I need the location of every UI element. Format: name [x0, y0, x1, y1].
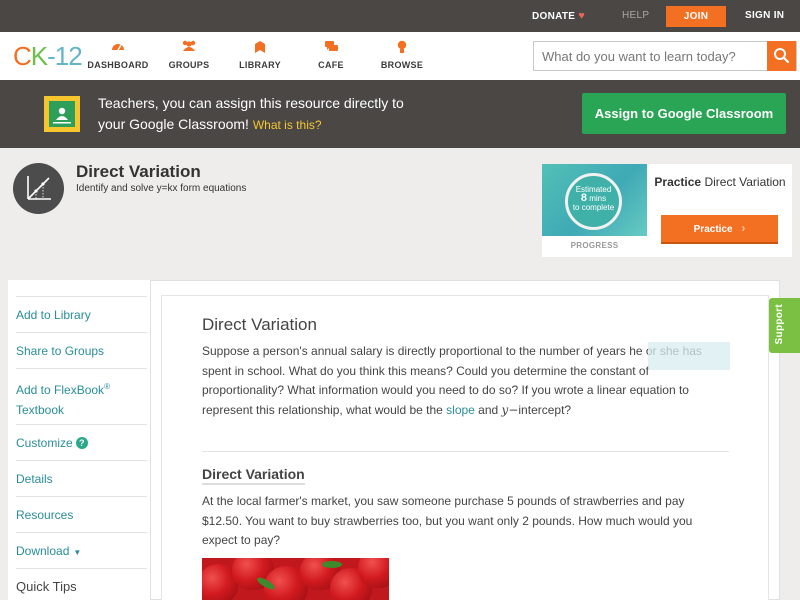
direct-variation-icon — [13, 163, 64, 214]
nav-dashboard[interactable]: DASHBOARD — [78, 40, 158, 70]
classroom-message-line2: your Google Classroom! — [98, 116, 249, 132]
estimated-time-badge: Estimated 8 mins to complete — [565, 173, 622, 230]
search-box — [533, 41, 797, 71]
donate-label: DONATE — [532, 11, 576, 22]
practice-button[interactable]: Practice › — [661, 215, 778, 244]
assign-google-classroom-button[interactable]: Assign to Google Classroom — [582, 93, 786, 134]
caret-down-icon: ▼ — [73, 548, 82, 557]
y-variable: y− — [501, 402, 519, 417]
join-button[interactable]: JOIN — [666, 6, 726, 27]
practice-illustration: Estimated 8 mins to complete — [542, 164, 647, 236]
heart-icon: ♥ — [578, 10, 586, 22]
classroom-message-line1: Teachers, you can assign this resource d… — [98, 95, 404, 111]
google-classroom-banner: Teachers, you can assign this resource d… — [0, 80, 800, 148]
practice-card: Estimated 8 mins to complete PROGRESS Pr… — [542, 164, 792, 257]
classroom-message: Teachers, you can assign this resource d… — [98, 93, 498, 136]
sidebar-label: Share to Groups — [16, 344, 105, 358]
sidebar-add-to-flexbook[interactable]: Add to FlexBook® Textbook — [16, 368, 147, 420]
content-card — [161, 295, 769, 600]
sidebar-label-line2: Textbook — [16, 403, 65, 417]
practice-title-rest: Direct Variation — [704, 175, 786, 189]
section-paragraph: At the local farmer's market, you saw so… — [202, 494, 693, 547]
ck12-logo[interactable]: CK-12 — [13, 41, 83, 71]
to-complete-label: to complete — [572, 203, 615, 212]
content-title: Direct Variation — [202, 315, 317, 334]
practice-title: Practice Direct Variation — [654, 175, 786, 189]
quick-tips-label: Quick Tips — [16, 579, 77, 594]
support-tab[interactable]: Support — [769, 298, 800, 353]
search-input[interactable] — [534, 42, 768, 70]
concept-title: Direct Variation — [76, 162, 201, 181]
logo-c: C — [13, 41, 32, 71]
nav-library[interactable]: LIBRARY — [220, 40, 300, 70]
library-icon — [220, 40, 300, 56]
concept-subtitle: Identify and solve y=kx form equations — [76, 183, 247, 194]
progress-label: PROGRESS — [570, 241, 619, 250]
help-question-icon[interactable]: ? — [75, 437, 88, 449]
nav-groups[interactable]: GROUPS — [149, 40, 229, 70]
cafe-icon — [291, 40, 371, 56]
sidebar-label: Details — [16, 472, 53, 486]
top-utility-bar: DONATE ♥ HELP JOIN SIGN IN — [0, 0, 800, 32]
practice-button-label: Practice — [693, 224, 733, 235]
logo-12: -12 — [47, 41, 83, 71]
minutes-readout: 8 mins — [568, 193, 619, 204]
chevron-right-icon: › — [741, 221, 746, 235]
sidebar-resources[interactable]: Resources — [16, 496, 147, 525]
sidebar-details[interactable]: Details — [16, 460, 147, 489]
support-label: Support — [774, 304, 785, 345]
nav-library-label: LIBRARY — [239, 60, 281, 70]
google-classroom-icon — [44, 96, 80, 132]
sidebar-label: Customize — [16, 436, 73, 450]
practice-title-bold: Practice — [654, 175, 702, 189]
sidebar-label: Add to Library — [16, 308, 91, 322]
nav-cafe[interactable]: CAFE — [291, 40, 371, 70]
nav-groups-label: GROUPS — [168, 60, 210, 70]
sidebar-label: Add to FlexBook — [16, 383, 105, 397]
mins-label: mins — [589, 194, 607, 203]
what-is-this-link[interactable]: What is this? — [253, 118, 322, 132]
browse-icon — [362, 40, 442, 56]
search-button[interactable] — [767, 41, 796, 71]
nav-browse[interactable]: BROWSE — [362, 40, 442, 70]
section-divider — [202, 451, 729, 452]
donate-link[interactable]: DONATE ♥ — [532, 0, 585, 32]
intro-text-end: intercept? — [518, 402, 572, 417]
logo-k: K — [30, 41, 48, 71]
overlay-highlight — [648, 342, 730, 370]
main-header: CK-12 DASHBOARD GROUPS LIBRARY CAFE BROW… — [0, 32, 800, 80]
nav-dashboard-label: DASHBOARD — [87, 60, 149, 70]
estimated-label: Estimated — [575, 185, 612, 194]
dashboard-icon — [78, 40, 158, 56]
sign-in-link[interactable]: SIGN IN — [745, 0, 784, 32]
search-icon — [774, 48, 790, 64]
sidebar-quick-tips[interactable]: Quick Tips — [16, 568, 147, 597]
groups-icon — [149, 40, 229, 56]
intro-and: and — [474, 402, 502, 417]
help-link[interactable]: HELP — [622, 0, 649, 32]
nav-cafe-label: CAFE — [318, 60, 344, 70]
slope-link[interactable]: slope — [446, 403, 475, 417]
sidebar-label: Download — [16, 544, 70, 558]
intro-paragraph: Suppose a person's annual salary is dire… — [202, 342, 716, 420]
sidebar-download[interactable]: Download ▼ — [16, 532, 147, 563]
section-title: Direct Variation — [202, 466, 305, 485]
nav-browse-label: BROWSE — [380, 60, 424, 70]
sidebar-share-to-groups[interactable]: Share to Groups — [16, 332, 147, 361]
strawberries-image — [202, 558, 389, 600]
sidebar-add-to-library[interactable]: Add to Library — [16, 296, 147, 325]
sidebar-customize[interactable]: Customize? — [16, 424, 147, 453]
sidebar-label: Resources — [16, 508, 74, 522]
registered-mark: ® — [104, 382, 110, 391]
